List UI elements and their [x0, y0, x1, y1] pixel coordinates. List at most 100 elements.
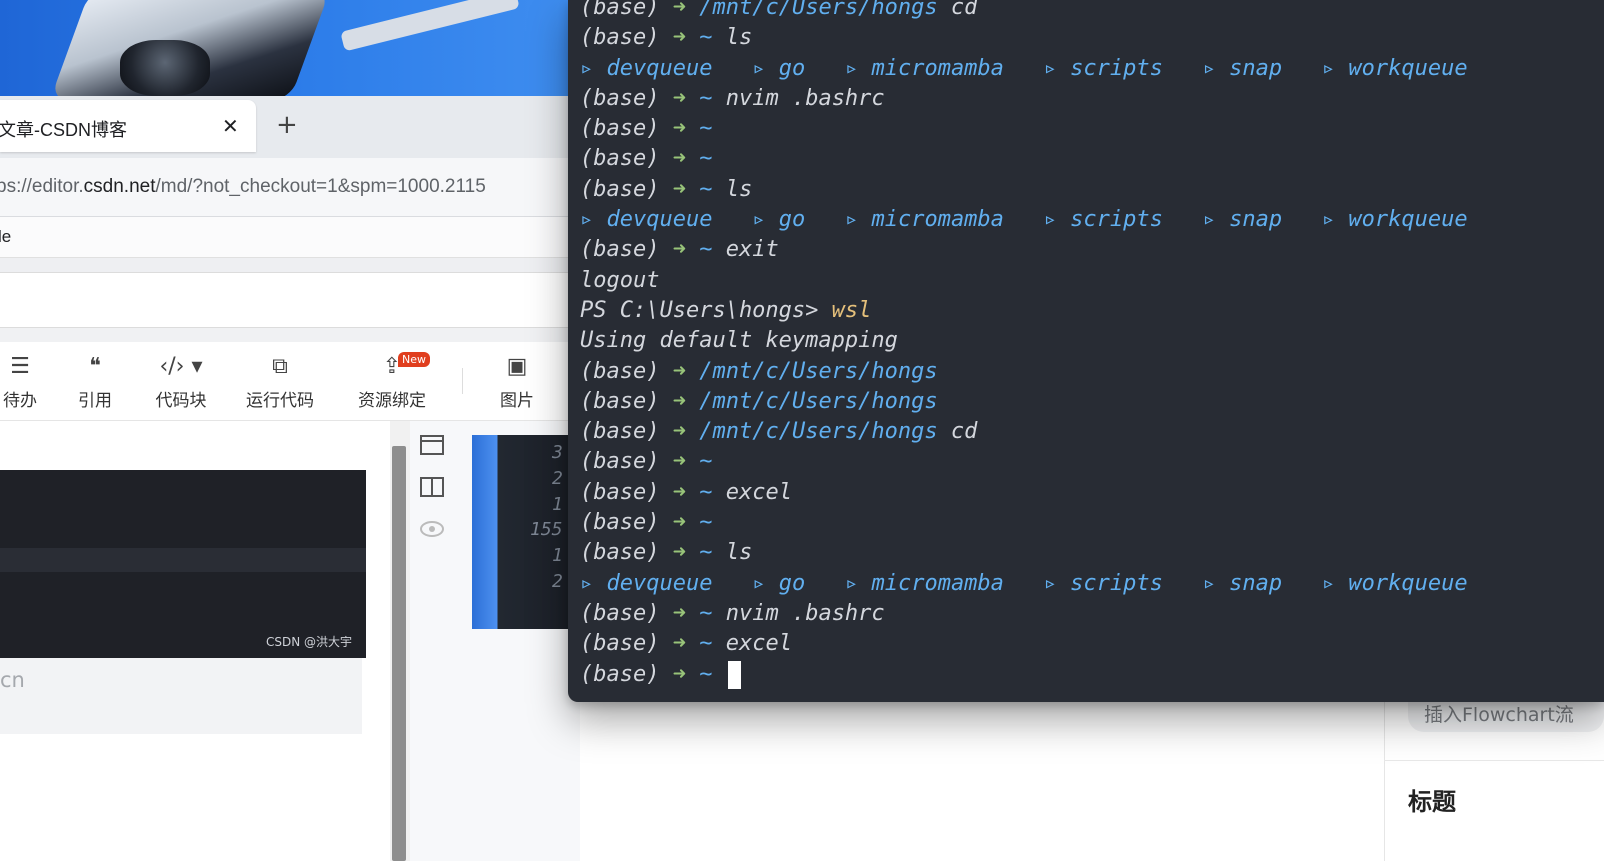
editor-text: cn [0, 668, 25, 692]
terminal-line: (base) ➜ ~ excel [580, 478, 1468, 508]
split-view-icon[interactable] [419, 474, 445, 500]
tab-title: 文章-CSDN博客 [0, 120, 127, 140]
command-text: cd [937, 419, 978, 445]
toolbar-divider [462, 368, 463, 394]
terminal-line: logout [580, 266, 1468, 296]
run-code-icon: ⧉ [272, 354, 288, 379]
run-code-button[interactable]: ⧉ 运行代码 [242, 352, 318, 411]
prompt-arrow-icon: ➜ [672, 25, 686, 51]
todo-button[interactable]: ☰ 待办 [0, 352, 40, 411]
directory-name: scripts [1070, 55, 1163, 81]
line-number: 1 [552, 494, 563, 515]
preview-eye-icon[interactable] [419, 516, 445, 542]
directory-name: micromamba [871, 570, 1004, 596]
prompt-arrow-icon: ➜ [672, 146, 686, 172]
prompt-arrow-icon: ➜ [672, 419, 686, 445]
terminal-window[interactable]: (base) ➜ /mnt/c/Users/hongs cd (base) ➜ ~… [568, 0, 1604, 702]
prompt-directory: ~ [699, 237, 713, 263]
editor-text-block[interactable]: cn [0, 658, 362, 734]
directory-name: snap [1229, 570, 1283, 596]
browser-tab[interactable]: 文章-CSDN博客 ✕ [0, 100, 256, 152]
wallpaper-robot-joint [120, 40, 210, 96]
article-title-input[interactable] [0, 273, 580, 328]
quote-label: 引用 [78, 391, 112, 411]
terminal-line: (base) ➜ ~ ls [580, 538, 1468, 568]
prompt-directory: ~ [699, 600, 713, 626]
folder-icon: ▹ [1043, 207, 1057, 233]
directory-name: workqueue [1348, 55, 1468, 81]
url-text[interactable]: ps://editor.csdn.net/md/?not_checkout=1&… [0, 176, 486, 198]
new-tab-button[interactable]: + [276, 110, 298, 140]
prompt-env: (base) [580, 85, 660, 111]
prompt-arrow-icon: ➜ [672, 358, 686, 384]
prompt-directory: ~ [699, 146, 713, 172]
line-number: 155 [530, 519, 563, 540]
prompt-directory: /mnt/c/Users/hongs [699, 388, 938, 414]
command-text: exit [712, 237, 779, 263]
terminal-cursor [727, 660, 741, 689]
prompt-directory: ~ [699, 661, 713, 687]
command-text: excel [712, 479, 792, 505]
folder-icon: ▹ [844, 55, 859, 81]
command-text: wsl [831, 297, 872, 323]
directory-name: workqueue [1348, 207, 1468, 233]
prompt-arrow-icon: ➜ [672, 85, 686, 111]
bookmark-item[interactable]: le [0, 227, 11, 247]
line-number: 2 [552, 571, 563, 592]
folder-icon: ▹ [580, 570, 594, 596]
address-bar[interactable]: ps://editor.csdn.net/md/?not_checkout=1&… [0, 158, 580, 217]
terminal-line: ▹ devqueue ▹ go ▹ micromamba ▹ scripts ▹… [580, 569, 1468, 599]
quote-button[interactable]: ❝ 引用 [70, 352, 120, 411]
terminal-line: (base) ➜ /mnt/c/Users/hongs [580, 357, 1468, 387]
image-button[interactable]: ▣ 图片 [492, 352, 542, 411]
run-code-label: 运行代码 [246, 391, 314, 411]
close-icon[interactable]: ✕ [222, 114, 239, 138]
prompt-directory: ~ [699, 116, 713, 142]
command-text: cd [937, 0, 978, 20]
prompt-directory: ~ [699, 479, 713, 505]
prompt-env: (base) [580, 419, 660, 445]
prompt-env: (base) [580, 116, 660, 142]
resource-bind-label: 资源绑定 [358, 391, 426, 411]
checklist-icon: ☰ [10, 354, 30, 379]
folder-icon: ▹ [844, 570, 859, 596]
prompt-env: (base) [580, 146, 660, 172]
prompt-env: (base) [580, 661, 660, 687]
prompt-directory: ~ [699, 85, 713, 111]
folder-icon: ▹ [1202, 570, 1216, 596]
scrollbar-thumb[interactable] [392, 446, 406, 861]
terminal-line: (base) ➜ ~ nvim .bashrc [580, 84, 1468, 114]
new-badge: New [398, 352, 430, 367]
directory-name: devqueue [606, 570, 713, 596]
terminal-line: ▹ devqueue ▹ go ▹ micromamba ▹ scripts ▹… [580, 205, 1468, 235]
terminal-line: (base) ➜ ~ [580, 447, 1468, 477]
single-column-icon[interactable] [419, 432, 445, 458]
prompt-env: (base) [580, 237, 660, 263]
directory-name: snap [1229, 207, 1283, 233]
wallpaper-robot-rod [340, 0, 520, 52]
code-block-label: 代码块 [155, 391, 207, 411]
prompt-env: (base) [580, 631, 660, 657]
embedded-screenshot: CSDN @洪大宇 [0, 470, 366, 658]
prompt-directory: ~ [699, 176, 713, 202]
folder-icon: ▹ [1321, 570, 1336, 596]
terminal-line: (base) ➜ /mnt/c/Users/hongs cd [580, 0, 1468, 23]
url-scheme: ps://editor. [0, 176, 84, 197]
directory-name: scripts [1070, 570, 1163, 596]
prompt-env: (base) [580, 388, 660, 414]
code-block-button[interactable]: ‹/› ▾ 代码块 [148, 352, 214, 411]
watermark: CSDN @洪大宇 [265, 635, 352, 649]
prompt-arrow-icon: ➜ [672, 237, 686, 263]
prompt-env: (base) [580, 600, 660, 626]
prompt-arrow-icon: ➜ [672, 510, 686, 536]
terminal-line: (base) ➜ ~ ls [580, 175, 1468, 205]
directory-name: go [778, 207, 806, 233]
folder-icon: ▹ [1043, 570, 1057, 596]
prompt-directory: ~ [699, 510, 713, 536]
terminal-line: (base) ➜ ~ exit [580, 235, 1468, 265]
code-icon: ‹/› ▾ [159, 354, 203, 379]
directory-name: micromamba [871, 207, 1004, 233]
prompt-arrow-icon: ➜ [672, 0, 686, 20]
command-text: ls [712, 176, 753, 202]
line-number: 2 [552, 468, 563, 489]
